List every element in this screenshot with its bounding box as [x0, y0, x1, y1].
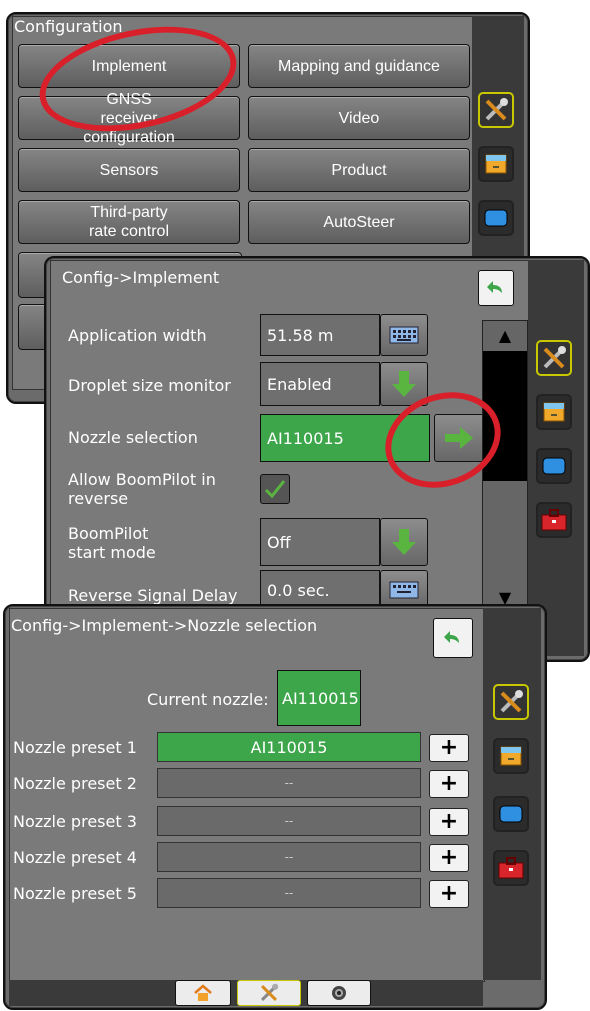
- tools-icon: [260, 983, 279, 1002]
- preset-field[interactable]: --: [157, 842, 421, 872]
- toolbox-icon: [498, 857, 524, 879]
- add-preset-button[interactable]: +: [429, 734, 469, 762]
- preset-field[interactable]: --: [157, 806, 421, 836]
- down-arrow-icon: [392, 529, 416, 555]
- sensors-button[interactable]: Sensors: [18, 148, 240, 192]
- preset-label: Nozzle preset 5: [13, 884, 137, 903]
- start-mode-dropdown-button[interactable]: [380, 518, 428, 566]
- toolbox-tab[interactable]: [493, 850, 529, 886]
- tools-tab[interactable]: [536, 340, 572, 376]
- camera-icon: [332, 986, 346, 1000]
- screen-icon: [542, 457, 566, 475]
- current-nozzle-label: Current nozzle:: [147, 690, 269, 709]
- start-mode-value[interactable]: Off: [260, 518, 380, 566]
- preset-field[interactable]: --: [157, 878, 421, 908]
- preset-label: Nozzle preset 2: [13, 774, 137, 793]
- home-tab[interactable]: [175, 980, 231, 1006]
- back-button[interactable]: [478, 270, 514, 306]
- tools-icon: [485, 98, 508, 121]
- page-title: Config->Implement->Nozzle selection: [11, 616, 318, 635]
- tools-tab[interactable]: [493, 684, 529, 720]
- tools-tab[interactable]: [237, 980, 301, 1006]
- autosteer-button[interactable]: AutoSteer: [248, 200, 470, 244]
- nozzle-selection-panel: Config->Implement->Nozzle selection Curr…: [3, 604, 547, 1010]
- add-preset-button[interactable]: +: [429, 808, 469, 836]
- row-label: Droplet size monitor: [68, 376, 231, 395]
- toolbox-tab[interactable]: [536, 502, 572, 538]
- third-party-rate-button[interactable]: Third-party rate control: [18, 200, 240, 244]
- display-tab[interactable]: [478, 200, 514, 236]
- preset-field[interactable]: --: [157, 768, 421, 798]
- back-arrow-icon: [444, 631, 459, 643]
- video-button[interactable]: Video: [248, 96, 470, 140]
- mapping-guidance-button[interactable]: Mapping and guidance: [248, 44, 470, 88]
- application-width-value[interactable]: 51.58 m: [260, 314, 380, 356]
- tools-icon: [543, 346, 566, 369]
- cabinet-icon: [485, 154, 507, 174]
- product-button[interactable]: Product: [248, 148, 470, 192]
- add-preset-button[interactable]: +: [429, 770, 469, 798]
- cabinet-icon: [500, 746, 522, 766]
- add-preset-button[interactable]: +: [429, 880, 469, 908]
- page-title: Config->Implement: [62, 268, 220, 287]
- implement-panel: Config->Implement Application width 51.5…: [44, 256, 590, 662]
- screen-icon: [499, 805, 523, 823]
- preset-label: Nozzle preset 3: [13, 812, 137, 831]
- display-tab[interactable]: [536, 448, 572, 484]
- data-tab[interactable]: [493, 738, 529, 774]
- checkmark-icon: [264, 480, 286, 499]
- row-label: Application width: [68, 326, 207, 345]
- reverse-checkbox[interactable]: [260, 474, 290, 504]
- camera-tab[interactable]: [307, 980, 371, 1006]
- down-arrow-icon: [392, 371, 416, 397]
- scroll-up-icon[interactable]: ▲: [483, 321, 527, 349]
- current-nozzle-value: AI110015: [277, 670, 361, 726]
- tools-icon: [500, 690, 523, 713]
- tools-tab[interactable]: [478, 92, 514, 128]
- cabinet-icon: [543, 402, 565, 422]
- add-preset-button[interactable]: +: [429, 844, 469, 872]
- preset-field[interactable]: AI110015: [157, 732, 421, 762]
- data-tab[interactable]: [478, 146, 514, 182]
- keyboard-icon: [389, 326, 419, 344]
- row-label: Reverse Signal Delay: [68, 586, 238, 605]
- toolbox-icon: [541, 509, 567, 531]
- keyboard-button[interactable]: [380, 314, 428, 356]
- keyboard-icon: [389, 581, 419, 599]
- side-tab-bar: [483, 608, 541, 980]
- row-label: Nozzle selection: [68, 428, 198, 447]
- back-button[interactable]: [433, 618, 473, 658]
- preset-label: Nozzle preset 1: [13, 738, 137, 757]
- scrollbar[interactable]: ▲ ▼: [482, 320, 528, 612]
- back-arrow-icon: [487, 281, 502, 293]
- display-tab[interactable]: [493, 796, 529, 832]
- page-title: Configuration: [14, 17, 123, 36]
- data-tab[interactable]: [536, 394, 572, 430]
- preset-label: Nozzle preset 4: [13, 848, 137, 867]
- row-label: BoomPilot start mode: [68, 524, 156, 562]
- droplet-size-value[interactable]: Enabled: [260, 362, 380, 406]
- screen-icon: [484, 209, 508, 227]
- home-icon: [194, 984, 212, 1001]
- row-label: Allow BoomPilot in reverse: [68, 470, 216, 508]
